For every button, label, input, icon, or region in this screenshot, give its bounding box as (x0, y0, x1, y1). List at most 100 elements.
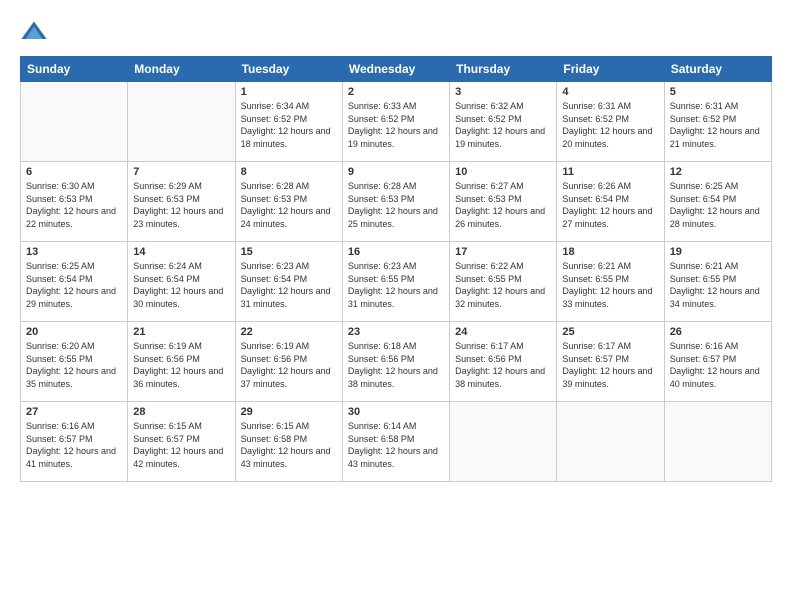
calendar-cell: 5 Sunrise: 6:31 AM Sunset: 6:52 PM Daylig… (664, 82, 771, 162)
calendar-cell: 2 Sunrise: 6:33 AM Sunset: 6:52 PM Daylig… (342, 82, 449, 162)
calendar-cell: 27Sunrise: 6:16 AM Sunset: 6:57 PM Dayli… (21, 402, 128, 482)
day-info: Sunrise: 6:30 AM Sunset: 6:53 PM Dayligh… (26, 180, 122, 230)
day-number: 8 (241, 166, 337, 178)
week-row: 27Sunrise: 6:16 AM Sunset: 6:57 PM Dayli… (21, 402, 772, 482)
day-info: Sunrise: 6:21 AM Sunset: 6:55 PM Dayligh… (670, 260, 766, 310)
day-number: 29 (241, 406, 337, 418)
day-info: Sunrise: 6:29 AM Sunset: 6:53 PM Dayligh… (133, 180, 229, 230)
day-number: 16 (348, 246, 444, 258)
calendar-cell: 26 Sunrise: 6:16 AM Sunset: 6:57 PM Dayli… (664, 322, 771, 402)
calendar-cell: 21 Sunrise: 6:19 AM Sunset: 6:56 PM Dayli… (128, 322, 235, 402)
calendar-cell: 18 Sunrise: 6:21 AM Sunset: 6:55 PM Dayli… (557, 242, 664, 322)
calendar-cell (664, 402, 771, 482)
calendar-cell: 22 Sunrise: 6:19 AM Sunset: 6:56 PM Dayli… (235, 322, 342, 402)
day-info: Sunrise: 6:31 AM Sunset: 6:52 PM Dayligh… (670, 100, 766, 150)
calendar-cell: 30 Sunrise: 6:14 AM Sunset: 6:58 PM Dayli… (342, 402, 449, 482)
day-number: 17 (455, 246, 551, 258)
calendar-cell: 11Sunrise: 6:26 AM Sunset: 6:54 PM Dayli… (557, 162, 664, 242)
day-number: 23 (348, 326, 444, 338)
calendar-cell: 15Sunrise: 6:23 AM Sunset: 6:54 PM Dayli… (235, 242, 342, 322)
calendar-cell: 16 Sunrise: 6:23 AM Sunset: 6:55 PM Dayli… (342, 242, 449, 322)
calendar-cell: 6 Sunrise: 6:30 AM Sunset: 6:53 PM Daylig… (21, 162, 128, 242)
day-header: Wednesday (342, 57, 449, 82)
day-info: Sunrise: 6:14 AM Sunset: 6:58 PM Dayligh… (348, 420, 444, 470)
calendar-cell: 3 Sunrise: 6:32 AM Sunset: 6:52 PM Daylig… (450, 82, 557, 162)
header (20, 18, 772, 46)
day-number: 1 (241, 86, 337, 98)
day-info: Sunrise: 6:19 AM Sunset: 6:56 PM Dayligh… (241, 340, 337, 390)
day-info: Sunrise: 6:18 AM Sunset: 6:56 PM Dayligh… (348, 340, 444, 390)
day-number: 26 (670, 326, 766, 338)
day-number: 6 (26, 166, 122, 178)
day-info: Sunrise: 6:23 AM Sunset: 6:54 PM Dayligh… (241, 260, 337, 310)
day-header: Friday (557, 57, 664, 82)
day-info: Sunrise: 6:17 AM Sunset: 6:56 PM Dayligh… (455, 340, 551, 390)
day-info: Sunrise: 6:25 AM Sunset: 6:54 PM Dayligh… (26, 260, 122, 310)
day-number: 13 (26, 246, 122, 258)
day-number: 7 (133, 166, 229, 178)
calendar-cell: 10 Sunrise: 6:27 AM Sunset: 6:53 PM Dayli… (450, 162, 557, 242)
day-info: Sunrise: 6:17 AM Sunset: 6:57 PM Dayligh… (562, 340, 658, 390)
day-number: 28 (133, 406, 229, 418)
day-number: 10 (455, 166, 551, 178)
page: SundayMondayTuesdayWednesdayThursdayFrid… (0, 0, 792, 612)
day-number: 11 (562, 166, 658, 178)
day-number: 14 (133, 246, 229, 258)
day-info: Sunrise: 6:15 AM Sunset: 6:58 PM Dayligh… (241, 420, 337, 470)
day-info: Sunrise: 6:24 AM Sunset: 6:54 PM Dayligh… (133, 260, 229, 310)
day-header: Tuesday (235, 57, 342, 82)
header-row: SundayMondayTuesdayWednesdayThursdayFrid… (21, 57, 772, 82)
calendar-cell: 9Sunrise: 6:28 AM Sunset: 6:53 PM Daylig… (342, 162, 449, 242)
day-number: 19 (670, 246, 766, 258)
day-number: 4 (562, 86, 658, 98)
day-number: 30 (348, 406, 444, 418)
day-number: 18 (562, 246, 658, 258)
calendar-cell: 4 Sunrise: 6:31 AM Sunset: 6:52 PM Daylig… (557, 82, 664, 162)
day-info: Sunrise: 6:16 AM Sunset: 6:57 PM Dayligh… (670, 340, 766, 390)
calendar-cell: 14 Sunrise: 6:24 AM Sunset: 6:54 PM Dayli… (128, 242, 235, 322)
logo-icon (20, 18, 48, 46)
day-info: Sunrise: 6:23 AM Sunset: 6:55 PM Dayligh… (348, 260, 444, 310)
calendar-cell: 1Sunrise: 6:34 AM Sunset: 6:52 PM Daylig… (235, 82, 342, 162)
calendar-cell: 17 Sunrise: 6:22 AM Sunset: 6:55 PM Dayli… (450, 242, 557, 322)
day-info: Sunrise: 6:32 AM Sunset: 6:52 PM Dayligh… (455, 100, 551, 150)
calendar-cell (21, 82, 128, 162)
day-header: Monday (128, 57, 235, 82)
day-number: 3 (455, 86, 551, 98)
day-number: 2 (348, 86, 444, 98)
calendar-cell: 29 Sunrise: 6:15 AM Sunset: 6:58 PM Dayli… (235, 402, 342, 482)
calendar-cell: 7 Sunrise: 6:29 AM Sunset: 6:53 PM Daylig… (128, 162, 235, 242)
day-info: Sunrise: 6:21 AM Sunset: 6:55 PM Dayligh… (562, 260, 658, 310)
calendar-cell: 8 Sunrise: 6:28 AM Sunset: 6:53 PM Daylig… (235, 162, 342, 242)
week-row: 13 Sunrise: 6:25 AM Sunset: 6:54 PM Dayli… (21, 242, 772, 322)
day-info: Sunrise: 6:19 AM Sunset: 6:56 PM Dayligh… (133, 340, 229, 390)
week-row: 1Sunrise: 6:34 AM Sunset: 6:52 PM Daylig… (21, 82, 772, 162)
day-number: 5 (670, 86, 766, 98)
day-number: 27 (26, 406, 122, 418)
day-info: Sunrise: 6:22 AM Sunset: 6:55 PM Dayligh… (455, 260, 551, 310)
day-number: 12 (670, 166, 766, 178)
calendar-cell: 19 Sunrise: 6:21 AM Sunset: 6:55 PM Dayli… (664, 242, 771, 322)
day-info: Sunrise: 6:25 AM Sunset: 6:54 PM Dayligh… (670, 180, 766, 230)
day-info: Sunrise: 6:33 AM Sunset: 6:52 PM Dayligh… (348, 100, 444, 150)
day-header: Sunday (21, 57, 128, 82)
week-row: 6 Sunrise: 6:30 AM Sunset: 6:53 PM Daylig… (21, 162, 772, 242)
day-header: Saturday (664, 57, 771, 82)
day-info: Sunrise: 6:27 AM Sunset: 6:53 PM Dayligh… (455, 180, 551, 230)
day-info: Sunrise: 6:28 AM Sunset: 6:53 PM Dayligh… (241, 180, 337, 230)
day-number: 24 (455, 326, 551, 338)
calendar-table: SundayMondayTuesdayWednesdayThursdayFrid… (20, 56, 772, 482)
day-info: Sunrise: 6:15 AM Sunset: 6:57 PM Dayligh… (133, 420, 229, 470)
day-number: 21 (133, 326, 229, 338)
day-number: 22 (241, 326, 337, 338)
calendar-cell (128, 82, 235, 162)
day-number: 25 (562, 326, 658, 338)
calendar-cell: 13 Sunrise: 6:25 AM Sunset: 6:54 PM Dayli… (21, 242, 128, 322)
day-info: Sunrise: 6:31 AM Sunset: 6:52 PM Dayligh… (562, 100, 658, 150)
day-info: Sunrise: 6:20 AM Sunset: 6:55 PM Dayligh… (26, 340, 122, 390)
week-row: 20 Sunrise: 6:20 AM Sunset: 6:55 PM Dayli… (21, 322, 772, 402)
calendar-cell (450, 402, 557, 482)
day-number: 20 (26, 326, 122, 338)
calendar-cell: 12 Sunrise: 6:25 AM Sunset: 6:54 PM Dayli… (664, 162, 771, 242)
day-info: Sunrise: 6:28 AM Sunset: 6:53 PM Dayligh… (348, 180, 444, 230)
